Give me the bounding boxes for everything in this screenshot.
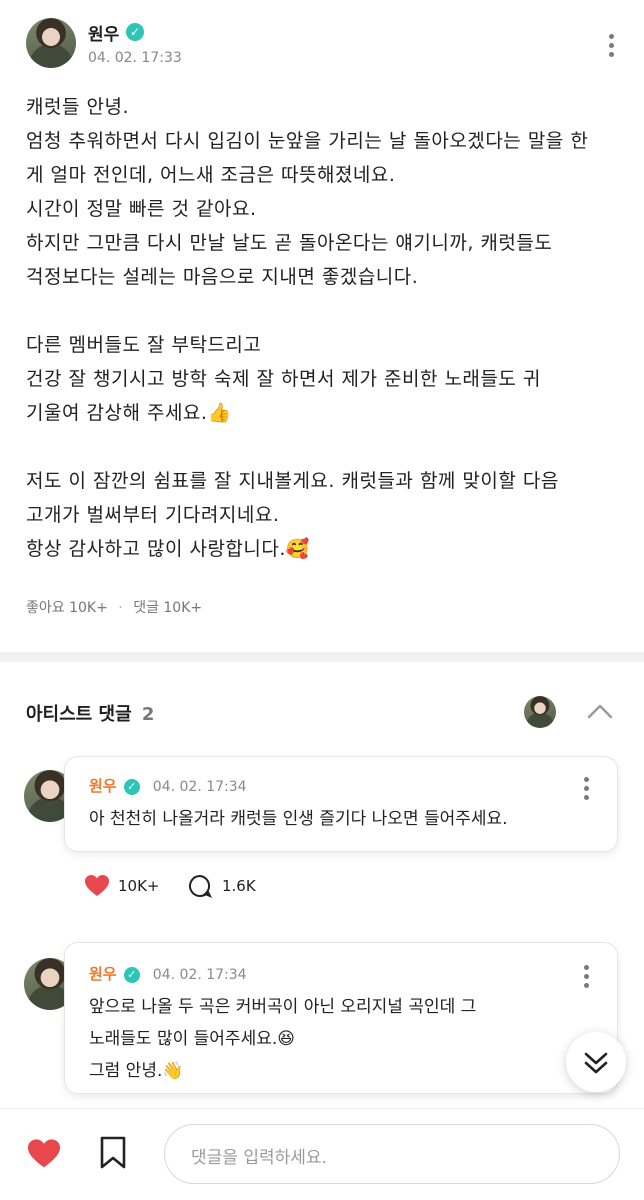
post-line: 게 얼마 전인데, 어느새 조금은 따뜻해졌네요. bbox=[26, 164, 396, 186]
comment-timestamp: 04. 02. 17:34 bbox=[152, 779, 247, 795]
scroll-down-button[interactable] bbox=[566, 1032, 626, 1092]
comment-input-placeholder: 댓글을 입력하세요. bbox=[191, 1148, 327, 1168]
artist-comments-header: 아티스트 댓글 2 bbox=[26, 700, 154, 726]
comment-like-count: 10K+ bbox=[118, 877, 160, 895]
like-heart-icon[interactable] bbox=[84, 874, 110, 898]
artist-filter-avatar[interactable] bbox=[524, 696, 556, 728]
verified-icon: ✓ bbox=[123, 778, 140, 795]
post-line: 항상 감사하고 많이 사랑합니다.🥰 bbox=[26, 538, 311, 560]
post-line: 건강 잘 챙기시고 방학 숙제 잘 하면서 제가 준비한 노래들도 귀 bbox=[26, 368, 541, 390]
bookmark-icon[interactable] bbox=[99, 1136, 127, 1170]
chevron-up-icon[interactable] bbox=[586, 702, 614, 720]
post-timestamp: 04. 02. 17:33 bbox=[88, 50, 182, 66]
comment-reply-count: 1.6K bbox=[222, 877, 256, 895]
verified-icon: ✓ bbox=[126, 23, 144, 41]
comment-author[interactable]: 원우 bbox=[89, 965, 117, 983]
author-name[interactable]: 원우 bbox=[88, 20, 119, 45]
post-line bbox=[26, 430, 626, 464]
post-line: 엄청 추워하면서 다시 입김이 눈앞을 가리는 날 돌아오겠다는 말을 한 bbox=[26, 130, 589, 152]
post-line: 시간이 정말 빠른 것 같아요. bbox=[26, 198, 257, 220]
comment-card: 원우 ✓ 04. 02. 17:34 앞으로 나올 두 곡은 커버곡이 아닌 오… bbox=[64, 942, 618, 1094]
bottom-bar-divider bbox=[0, 1108, 644, 1109]
comment-card: 원우 ✓ 04. 02. 17:34 아 천천히 나올거라 캐럿들 인생 즐기다… bbox=[64, 756, 618, 852]
post-stats: 좋아요 10K+ · 댓글 10K+ bbox=[26, 597, 202, 617]
post-line: 고개가 벌써부터 기다려지네요. bbox=[26, 504, 280, 526]
post-line bbox=[26, 294, 626, 328]
comments-count[interactable]: 댓글 10K+ bbox=[133, 600, 202, 616]
comment-timestamp: 04. 02. 17:34 bbox=[152, 967, 247, 983]
double-chevron-down-icon bbox=[584, 1052, 608, 1074]
more-options-icon[interactable] bbox=[606, 34, 616, 61]
post-line: 저도 이 잠깐의 쉼표를 잘 지내볼게요. 캐럿들과 함께 맞이할 다음 bbox=[26, 470, 559, 492]
stats-separator: · bbox=[118, 600, 123, 616]
post-line: 걱정보다는 설레는 마음으로 지내면 좋겠습니다. bbox=[26, 266, 419, 288]
artist-comments-title: 아티스트 댓글 bbox=[26, 704, 132, 725]
comment-text: 아 천천히 나올거라 캐럿들 인생 즐기다 나오면 들어주세요. bbox=[89, 809, 508, 829]
post-line: 다른 멤버들도 잘 부탁드리고 bbox=[26, 334, 262, 356]
post-line: 캐럿들 안녕. bbox=[26, 96, 129, 118]
post-line: 하지만 그만큼 다시 만날 날도 곧 돌아온다는 얘기니까, 캐럿들도 bbox=[26, 232, 553, 254]
likes-count[interactable]: 좋아요 10K+ bbox=[26, 600, 108, 616]
comment-more-icon[interactable] bbox=[581, 777, 591, 804]
like-heart-icon[interactable] bbox=[26, 1138, 62, 1170]
post-line: 기울여 감상해 주세요.👍 bbox=[26, 402, 232, 424]
post-body: 캐럿들 안녕. 엄청 추워하면서 다시 입김이 눈앞을 가리는 날 돌아오겠다는 … bbox=[26, 90, 626, 566]
comment-input[interactable]: 댓글을 입력하세요. bbox=[164, 1124, 620, 1184]
comment-text: 앞으로 나올 두 곡은 커버곡이 아닌 오리지널 곡인데 그 노래들도 많이 들… bbox=[89, 997, 477, 1081]
section-divider bbox=[0, 652, 644, 662]
comment-more-icon[interactable] bbox=[581, 965, 591, 992]
reply-bubble-icon[interactable] bbox=[188, 874, 212, 898]
comment-author[interactable]: 원우 bbox=[89, 777, 117, 795]
verified-icon: ✓ bbox=[123, 966, 140, 983]
author-avatar[interactable] bbox=[26, 18, 76, 68]
artist-comments-count: 2 bbox=[141, 704, 155, 725]
